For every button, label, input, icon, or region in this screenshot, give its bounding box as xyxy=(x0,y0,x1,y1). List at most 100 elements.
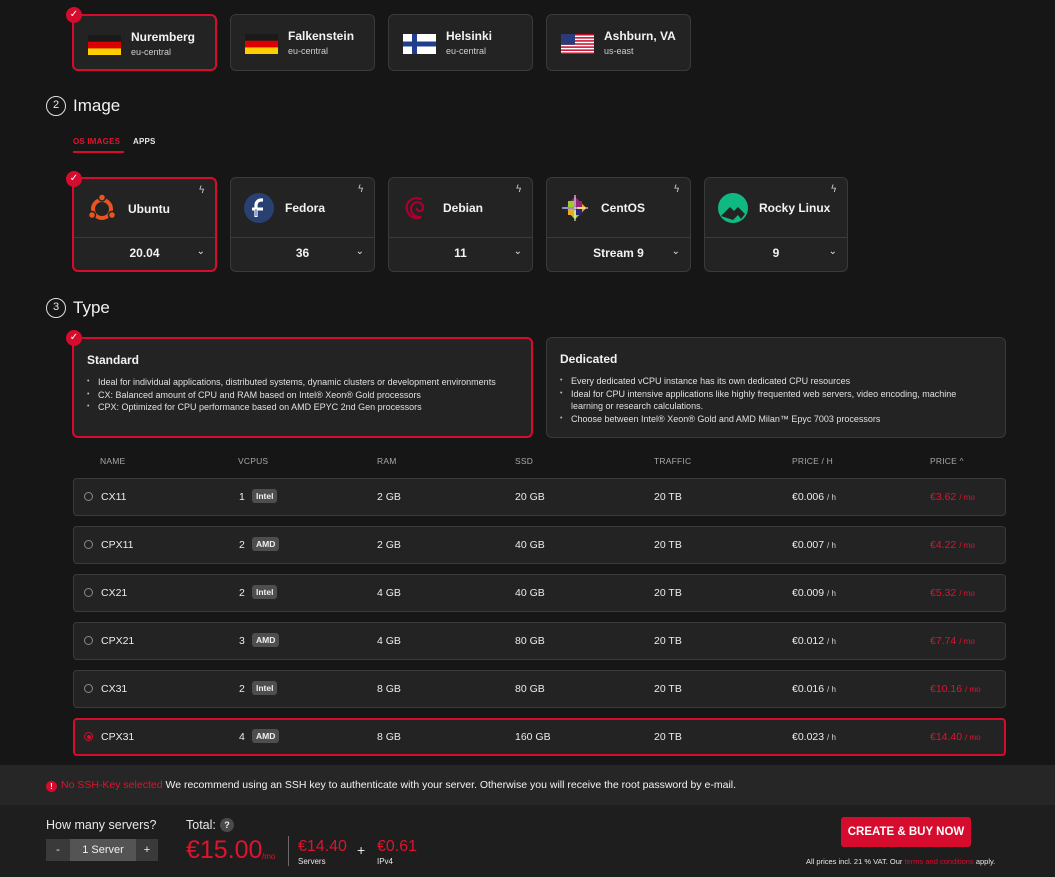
table-row[interactable]: CPX31 4 8 GB 160 GB 20 TB AMD €0.023 / h €14.40… xyxy=(73,718,1006,756)
table-row[interactable]: CX31 2 8 GB 80 GB 20 TB Intel €0.016 / h €10.16… xyxy=(73,670,1006,708)
price-per-month: €14.40 / mo xyxy=(930,731,981,743)
price-per-hour: €0.016 / h xyxy=(792,683,836,695)
servers-price-label: Servers xyxy=(298,857,326,866)
cpu-vendor-badge: AMD xyxy=(252,537,280,551)
column-header-name[interactable]: NAME xyxy=(100,456,125,466)
price-per-hour-value: €0.023 xyxy=(792,731,825,743)
server-name: CX21 xyxy=(101,587,128,599)
image-version[interactable]: Stream 9 xyxy=(547,246,690,260)
image-name: Debian xyxy=(443,201,484,215)
radio-button[interactable] xyxy=(84,492,93,501)
price-per-hour-value: €0.009 xyxy=(792,587,825,599)
ssh-warning-highlight[interactable]: No SSH-Key selected xyxy=(61,779,163,791)
rocky-linux-logo-icon xyxy=(718,193,748,223)
image-version[interactable]: 20.04 xyxy=(74,246,215,260)
chevron-down-icon[interactable]: ⌄ xyxy=(672,246,680,257)
type-feature: Ideal for CPU intensive applications lik… xyxy=(560,388,980,413)
ssd-value: 160 GB xyxy=(515,731,551,743)
chevron-down-icon[interactable]: ⌄ xyxy=(197,246,205,257)
table-row[interactable]: CPX11 2 2 GB 40 GB 20 TB AMD €0.007 / h €4.22 /… xyxy=(73,526,1006,564)
debian-logo-icon xyxy=(405,197,425,220)
decrement-button[interactable]: - xyxy=(46,839,70,861)
price-per-hour-value: €0.016 xyxy=(792,683,825,695)
usa-flag-icon xyxy=(561,34,594,54)
tab-apps[interactable]: APPS xyxy=(133,137,156,146)
price-per-hour: €0.009 / h xyxy=(792,587,836,599)
location-card-falkenstein[interactable]: Falkenstein eu-central xyxy=(230,14,375,71)
type-feature: Every dedicated vCPU instance has its ow… xyxy=(560,375,980,388)
type-feature: Choose between Intel® Xeon® Gold and AMD… xyxy=(560,413,980,426)
chevron-down-icon[interactable]: ⌄ xyxy=(356,246,364,257)
price-per-hour-value: €0.006 xyxy=(792,491,825,503)
type-card-dedicated[interactable]: Dedicated Every dedicated vCPU instance … xyxy=(546,337,1006,438)
finland-flag-icon xyxy=(403,34,436,54)
ssd-value: 80 GB xyxy=(515,635,545,647)
lightning-icon: ϟ xyxy=(198,185,205,196)
servers-count-value[interactable]: 1 Server xyxy=(70,839,136,861)
image-name: Rocky Linux xyxy=(759,201,831,215)
location-zone: eu-central xyxy=(131,47,172,57)
exclamation-icon: ! xyxy=(46,781,57,792)
image-version[interactable]: 11 xyxy=(389,246,532,260)
column-header-vcpus[interactable]: VCPUS xyxy=(238,456,268,466)
table-row[interactable]: CPX21 3 4 GB 80 GB 20 TB AMD €0.012 / h €7.74 /… xyxy=(73,622,1006,660)
column-header-price-month[interactable]: PRICE ^ xyxy=(930,456,964,466)
germany-flag-icon xyxy=(88,35,121,55)
location-zone: eu-central xyxy=(446,46,487,56)
terms-link[interactable]: terms and conditions xyxy=(905,857,974,866)
ssd-value: 40 GB xyxy=(515,587,545,599)
cpu-vendor-badge: Intel xyxy=(252,489,278,503)
price-per-month-value: €3.62 xyxy=(930,491,957,503)
column-header-ssd[interactable]: SSD xyxy=(515,456,533,466)
ssh-warning-text: No SSH-Key selected We recommend using a… xyxy=(61,779,736,791)
image-card-ubuntu[interactable]: Ubuntu ϟ 20.04 ⌄ xyxy=(72,177,217,272)
location-card-helsinki[interactable]: Helsinki eu-central xyxy=(388,14,533,71)
type-card-standard[interactable]: Standard Ideal for individual applicatio… xyxy=(72,337,533,438)
lightning-icon: ϟ xyxy=(357,184,364,195)
radio-button[interactable] xyxy=(84,588,93,597)
plus-sign: + xyxy=(357,842,366,858)
fedora-logo-icon xyxy=(244,193,274,223)
location-name: Falkenstein xyxy=(288,29,355,43)
image-version[interactable]: 36 xyxy=(231,246,374,260)
type-title: Standard xyxy=(87,353,140,367)
price-per-month: €10.16 / mo xyxy=(930,683,981,695)
increment-button[interactable]: + xyxy=(136,839,158,861)
radio-button[interactable] xyxy=(84,684,93,693)
price-per-month-unit: / mo xyxy=(965,685,981,694)
image-card-centos[interactable]: CentOS ϟ Stream 9 ⌄ xyxy=(546,177,691,272)
image-version[interactable]: 9 xyxy=(705,246,847,260)
selected-check-icon: ✓ xyxy=(66,171,82,187)
servers-price: €14.40 xyxy=(298,838,347,855)
image-card-debian[interactable]: Debian ϟ 11 ⌄ xyxy=(388,177,533,272)
price-per-month-unit: / mo xyxy=(959,589,975,598)
type-feature: CX: Balanced amount of CPU and RAM based… xyxy=(87,389,496,402)
ssd-value: 40 GB xyxy=(515,539,545,551)
create-and-buy-button[interactable]: CREATE & BUY NOW xyxy=(841,817,971,847)
image-card-rocky-linux[interactable]: Rocky Linux ϟ 9 ⌄ xyxy=(704,177,848,272)
table-row[interactable]: CX21 2 4 GB 40 GB 20 TB Intel €0.009 / h €5.32 … xyxy=(73,574,1006,612)
tab-os-images[interactable]: OS IMAGES xyxy=(73,137,120,146)
section-title-image: Image xyxy=(73,96,121,115)
radio-button[interactable] xyxy=(84,636,93,645)
location-card-nuremberg[interactable]: Nuremberg eu-central xyxy=(72,14,217,71)
vcpu-count: 2 xyxy=(239,539,245,551)
chevron-down-icon[interactable]: ⌄ xyxy=(829,246,837,257)
location-card-ashburn[interactable]: Ashburn, VA us-east xyxy=(546,14,691,71)
total-label: Total: xyxy=(186,818,216,832)
radio-button[interactable] xyxy=(84,732,93,741)
image-card-fedora[interactable]: Fedora ϟ 36 ⌄ xyxy=(230,177,375,272)
section-title-type: Type xyxy=(73,298,110,317)
price-per-hour: €0.007 / h xyxy=(792,539,836,551)
table-row[interactable]: CX11 1 2 GB 20 GB 20 TB Intel €0.006 / h €3.62 … xyxy=(73,478,1006,516)
column-header-traffic[interactable]: TRAFFIC xyxy=(654,456,691,466)
server-name: CX11 xyxy=(101,491,127,503)
chevron-down-icon[interactable]: ⌄ xyxy=(514,246,522,257)
radio-button[interactable] xyxy=(84,540,93,549)
column-header-ram[interactable]: RAM xyxy=(377,456,397,466)
type-features-list: Every dedicated vCPU instance has its ow… xyxy=(560,375,980,425)
help-icon[interactable]: ? xyxy=(220,818,234,832)
column-header-price-hour[interactable]: PRICE / H xyxy=(792,456,833,466)
server-name: CPX11 xyxy=(101,539,134,551)
server-name: CX31 xyxy=(101,683,128,695)
